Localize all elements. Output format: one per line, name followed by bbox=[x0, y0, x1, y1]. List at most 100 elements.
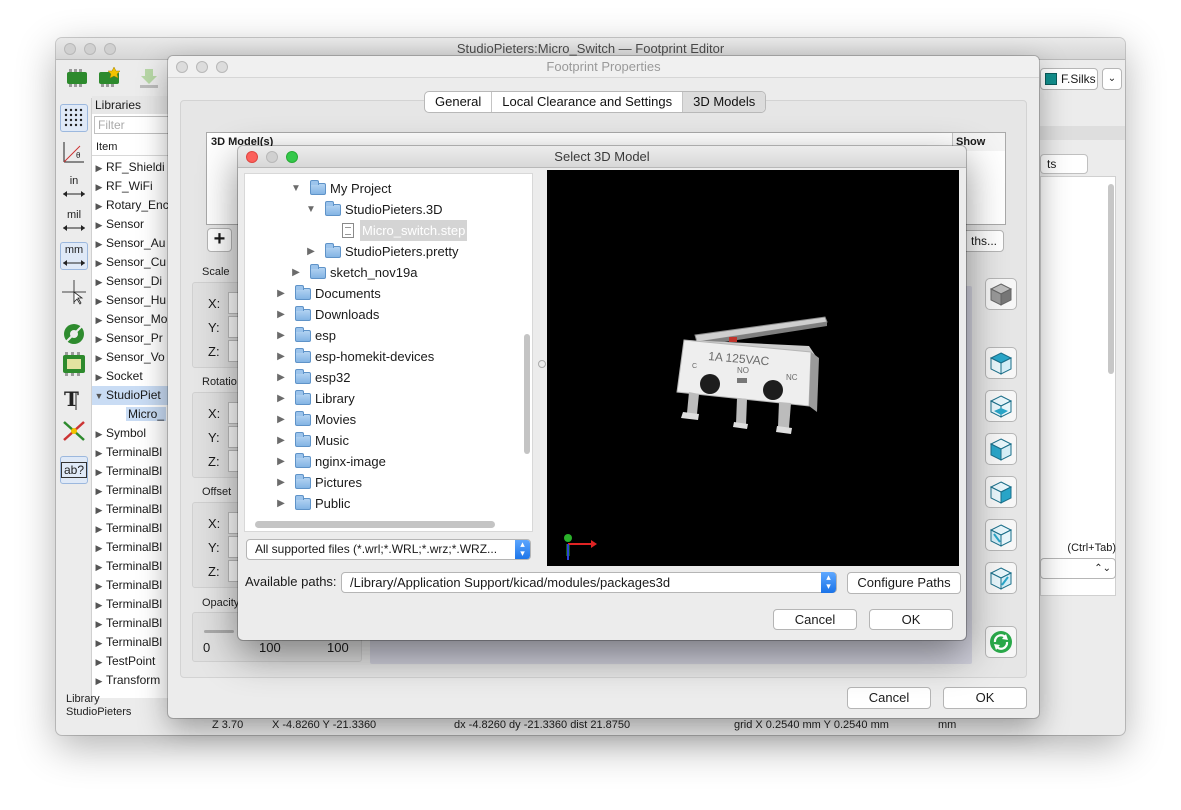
disclosure-closed-icon[interactable]: ▶ bbox=[275, 472, 287, 493]
disclosure-closed-icon[interactable]: ▶ bbox=[275, 493, 287, 514]
library-item[interactable]: ▶ RF_Shieldi bbox=[92, 158, 171, 177]
library-item[interactable]: ▶ TerminalBl bbox=[92, 633, 171, 652]
tab-general[interactable]: General bbox=[425, 92, 493, 112]
routing-icon[interactable] bbox=[60, 418, 88, 446]
library-item[interactable]: ▶ TerminalBl bbox=[92, 443, 171, 462]
disclosure-closed-icon[interactable]: ▶ bbox=[305, 241, 317, 262]
library-item[interactable]: ▼ StudioPiet bbox=[92, 386, 171, 405]
tab-3d-models[interactable]: 3D Models bbox=[683, 92, 766, 112]
model-preview-viewport[interactable]: 1A 125VAC C NO NC bbox=[547, 170, 959, 566]
select-model-titlebar[interactable]: Select 3D Model bbox=[238, 146, 966, 168]
tree-folder-row[interactable]: ▶ Documents bbox=[245, 283, 525, 304]
disclosure-closed-icon[interactable]: ▶ bbox=[92, 577, 106, 595]
library-item[interactable]: ▶ TestPoint bbox=[92, 652, 171, 671]
mils-icon[interactable]: mil bbox=[60, 208, 88, 236]
reload-icon[interactable] bbox=[985, 626, 1017, 658]
sel-cancel-button[interactable]: Cancel bbox=[773, 609, 857, 630]
tab-local-clearance[interactable]: Local Clearance and Settings bbox=[492, 92, 684, 112]
view-back-icon[interactable] bbox=[985, 476, 1017, 508]
import-icon[interactable] bbox=[136, 66, 162, 90]
library-item[interactable]: ▶ TerminalBl bbox=[92, 576, 171, 595]
disclosure-closed-icon[interactable]: ▶ bbox=[290, 262, 302, 283]
disclosure-closed-icon[interactable]: ▶ bbox=[92, 425, 106, 443]
library-item[interactable]: ▶ Symbol bbox=[92, 424, 171, 443]
disclosure-closed-icon[interactable]: ▶ bbox=[92, 463, 106, 481]
disclosure-closed-icon[interactable]: ▶ bbox=[92, 539, 106, 557]
disclosure-open-icon[interactable]: ▼ bbox=[305, 199, 317, 220]
tree-folder-row[interactable]: ▼ My Project bbox=[245, 178, 525, 199]
disclosure-closed-icon[interactable]: ▶ bbox=[92, 159, 106, 177]
millimeters-icon[interactable]: mm bbox=[60, 242, 88, 270]
grid-icon[interactable] bbox=[60, 104, 88, 132]
footprint-properties-titlebar[interactable]: Footprint Properties bbox=[168, 56, 1039, 78]
library-item[interactable]: ▶ TerminalBl bbox=[92, 519, 171, 538]
minimize-button[interactable] bbox=[84, 43, 96, 55]
disclosure-closed-icon[interactable]: ▶ bbox=[92, 482, 106, 500]
disclosure-closed-icon[interactable]: ▶ bbox=[275, 367, 287, 388]
new-footprint-icon[interactable] bbox=[64, 66, 90, 90]
right-tab-button[interactable]: ts bbox=[1040, 154, 1088, 174]
layer-dropdown-button[interactable]: ⌄ bbox=[1102, 68, 1122, 90]
tree-folder-row[interactable]: ▶ Downloads bbox=[245, 304, 525, 325]
disclosure-closed-icon[interactable]: ▶ bbox=[92, 330, 106, 348]
layer-selector[interactable]: F.Silks bbox=[1040, 68, 1098, 90]
disclosure-closed-icon[interactable]: ▶ bbox=[92, 368, 106, 386]
fp-minimize-button[interactable] bbox=[196, 61, 208, 73]
disclosure-closed-icon[interactable]: ▶ bbox=[92, 254, 106, 272]
library-filter-input[interactable]: Filter bbox=[94, 116, 172, 134]
library-item[interactable]: ▶ Transform bbox=[92, 671, 171, 690]
available-paths-select[interactable]: /Library/Application Support/kicad/modul… bbox=[341, 572, 837, 593]
library-item[interactable]: ▶ TerminalBl bbox=[92, 557, 171, 576]
tree-folder-row[interactable]: ▶ Library bbox=[245, 388, 525, 409]
create-footprint-icon[interactable] bbox=[96, 66, 122, 90]
disclosure-closed-icon[interactable]: ▶ bbox=[275, 451, 287, 472]
tree-folder-row[interactable]: ▶ esp-homekit-devices bbox=[245, 346, 525, 367]
sel-zoom-button[interactable] bbox=[286, 151, 298, 163]
library-item[interactable]: ▶ TerminalBl bbox=[92, 462, 171, 481]
disclosure-open-icon[interactable]: ▼ bbox=[92, 387, 106, 405]
library-item[interactable]: ▶ TerminalBl bbox=[92, 614, 171, 633]
right-select[interactable]: ⌃⌄ bbox=[1040, 558, 1116, 579]
library-item[interactable]: ▶ RF_WiFi bbox=[92, 177, 171, 196]
add-model-button[interactable]: + bbox=[207, 228, 232, 252]
disclosure-closed-icon[interactable]: ▶ bbox=[275, 325, 287, 346]
item-column-header[interactable]: Item bbox=[92, 138, 171, 156]
disclosure-closed-icon[interactable]: ▶ bbox=[92, 197, 106, 215]
tree-folder-row[interactable]: ▶ Music bbox=[245, 430, 525, 451]
library-item[interactable]: ▶ Sensor_Cu bbox=[92, 253, 171, 272]
disclosure-closed-icon[interactable]: ▶ bbox=[92, 444, 106, 462]
disclosure-closed-icon[interactable]: ▶ bbox=[92, 596, 106, 614]
fp-zoom-button[interactable] bbox=[216, 61, 228, 73]
library-item[interactable]: ▶ TerminalBl bbox=[92, 538, 171, 557]
disclosure-closed-icon[interactable]: ▶ bbox=[92, 501, 106, 519]
tree-vertical-scrollbar[interactable] bbox=[524, 334, 530, 454]
disclosure-closed-icon[interactable]: ▶ bbox=[92, 216, 106, 234]
disclosure-closed-icon[interactable]: ▶ bbox=[92, 235, 106, 253]
library-item[interactable]: ▶ TerminalBl bbox=[92, 481, 171, 500]
tree-folder-row[interactable]: ▶ esp32 bbox=[245, 367, 525, 388]
disclosure-closed-icon[interactable]: ▶ bbox=[275, 346, 287, 367]
tree-folder-row[interactable]: ▶ Movies bbox=[245, 409, 525, 430]
opacity-slider[interactable] bbox=[204, 630, 234, 633]
view-left-icon[interactable] bbox=[985, 519, 1017, 551]
disclosure-closed-icon[interactable]: ▶ bbox=[92, 653, 106, 671]
text-tool-icon[interactable]: T bbox=[60, 384, 88, 412]
tree-folder-row[interactable]: ▶ nginx-image bbox=[245, 451, 525, 472]
tree-file-row[interactable]: Micro_switch.step bbox=[245, 220, 525, 241]
tree-folder-row[interactable]: ▶ StudioPieters.pretty bbox=[245, 241, 525, 262]
disclosure-closed-icon[interactable]: ▶ bbox=[92, 273, 106, 291]
disclosure-closed-icon[interactable]: ▶ bbox=[92, 634, 106, 652]
tree-folder-row[interactable]: ▶ Public bbox=[245, 493, 525, 514]
disclosure-closed-icon[interactable]: ▶ bbox=[275, 409, 287, 430]
disclosure-closed-icon[interactable]: ▶ bbox=[92, 558, 106, 576]
cursor-crosshair-icon[interactable] bbox=[60, 278, 88, 306]
polar-coords-icon[interactable]: θ bbox=[60, 138, 88, 166]
sel-minimize-button[interactable] bbox=[266, 151, 278, 163]
inches-icon[interactable]: in bbox=[60, 174, 88, 202]
right-scrollbar[interactable] bbox=[1108, 184, 1114, 374]
tree-folder-row[interactable]: ▶ Pictures bbox=[245, 472, 525, 493]
fp-ok-button[interactable]: OK bbox=[943, 687, 1027, 709]
disclosure-closed-icon[interactable]: ▶ bbox=[92, 311, 106, 329]
library-item[interactable]: ▶ TerminalBl bbox=[92, 595, 171, 614]
ab-text-icon[interactable]: ab? bbox=[60, 456, 88, 484]
